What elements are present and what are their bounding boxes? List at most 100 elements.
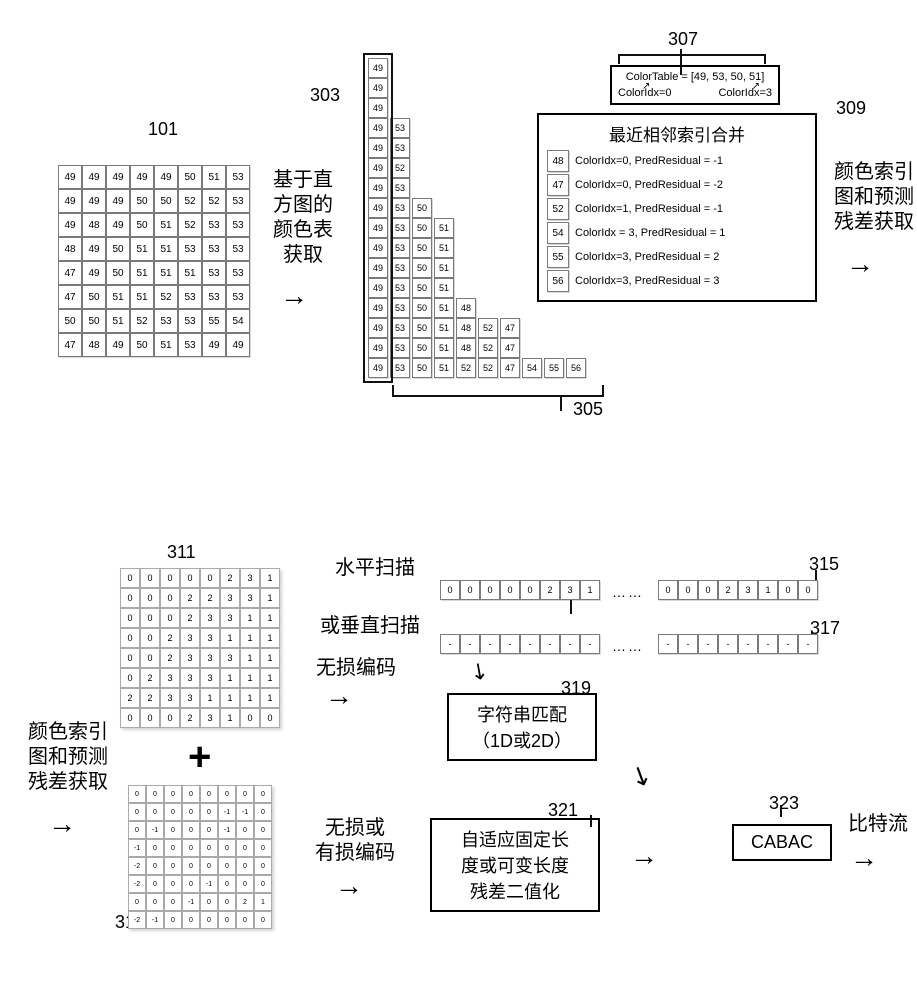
cell: 0 (120, 588, 140, 608)
arrow: ↘ (464, 655, 494, 687)
cell: 1 (260, 568, 280, 588)
cell: 0 (182, 839, 200, 857)
cell: 51 (434, 298, 454, 318)
merge-text: ColorIdx=3, PredResidual = 2 (575, 251, 719, 263)
cell: 0 (182, 803, 200, 821)
cell: 3 (220, 648, 240, 668)
cell: - (500, 634, 520, 654)
cell: 0 (254, 857, 272, 875)
cell: 49 (58, 165, 82, 189)
cell: - (460, 634, 480, 654)
cell: 1 (240, 688, 260, 708)
cell: - (560, 634, 580, 654)
cell: 49 (226, 333, 250, 357)
cell: 0 (218, 785, 236, 803)
cell: 51 (434, 258, 454, 278)
cell: 53 (178, 309, 202, 333)
cell: 0 (164, 839, 182, 857)
cell: 3 (738, 580, 758, 600)
cell: 50 (412, 198, 432, 218)
ref-303: 303 (310, 85, 340, 106)
cell: 49 (130, 165, 154, 189)
cell: -1 (218, 821, 236, 839)
ellipsis: …… (612, 638, 644, 654)
cell: 0 (254, 911, 272, 929)
merge-box-309: 最近相邻索引合并48ColorIdx=0, PredResidual = -14… (537, 113, 817, 302)
cell: 55 (547, 246, 569, 268)
cell: 0 (254, 875, 272, 893)
cell: 0 (182, 857, 200, 875)
cell: 48 (58, 237, 82, 261)
cell: 0 (160, 708, 180, 728)
cell: 0 (778, 580, 798, 600)
cell: 49 (82, 261, 106, 285)
cell: 3 (180, 668, 200, 688)
ellipsis: …… (612, 584, 644, 600)
label-input-left: 颜色索引 图和预测 残差获取 (28, 720, 108, 795)
merge-text: ColorIdx=0, PredResidual = -1 (575, 155, 723, 167)
cell: 0 (180, 568, 200, 588)
cell: 2 (140, 668, 160, 688)
cell: 51 (178, 261, 202, 285)
cell: -1 (146, 821, 164, 839)
cell: 1 (260, 588, 280, 608)
cell: 0 (658, 580, 678, 600)
arrow: → (850, 842, 878, 874)
cell: 53 (226, 213, 250, 237)
cell: 1 (580, 580, 600, 600)
ref-323: 323 (769, 793, 799, 814)
cell: - (778, 634, 798, 654)
cell: 55 (544, 358, 564, 378)
cell: 0 (182, 821, 200, 839)
cell: 2 (180, 608, 200, 628)
seq-317-right: -------- (658, 634, 818, 654)
cell: 0 (164, 893, 182, 911)
cell: 0 (120, 648, 140, 668)
cell: 53 (226, 285, 250, 309)
cell: 1 (254, 893, 272, 911)
cell: 0 (236, 839, 254, 857)
cell: 0 (128, 803, 146, 821)
cell: 48 (82, 333, 106, 357)
cell: 51 (130, 261, 154, 285)
cell: 53 (226, 237, 250, 261)
cell: 0 (254, 803, 272, 821)
cell: 2 (220, 568, 240, 588)
cell: -1 (128, 839, 146, 857)
cell: 0 (236, 821, 254, 839)
cell: 49 (106, 213, 130, 237)
merge-text: ColorIdx=1, PredResidual = -1 (575, 203, 723, 215)
cell: 0 (182, 785, 200, 803)
cell: 0 (200, 857, 218, 875)
cell: -1 (236, 803, 254, 821)
cell: 49 (82, 189, 106, 213)
cell: 54 (522, 358, 542, 378)
cell: 51 (434, 278, 454, 298)
label-lossless-or-lossy: 无损或 有损编码 (315, 816, 395, 866)
cell: 3 (200, 648, 220, 668)
cell: 48 (456, 338, 476, 358)
cell: 2 (718, 580, 738, 600)
cell: 49 (154, 165, 178, 189)
cell: 0 (440, 580, 460, 600)
cell: 1 (240, 608, 260, 628)
cell: 49 (58, 189, 82, 213)
cell: 53 (202, 213, 226, 237)
cell: 50 (154, 189, 178, 213)
cell: 2 (140, 688, 160, 708)
cell: 50 (106, 261, 130, 285)
cell: 0 (218, 875, 236, 893)
cell: 0 (146, 803, 164, 821)
cell: - (738, 634, 758, 654)
cell: 50 (178, 165, 202, 189)
cell: 48 (547, 150, 569, 172)
cell: 0 (254, 839, 272, 857)
cell: 0 (128, 821, 146, 839)
cell: 51 (154, 237, 178, 261)
cell: 1 (220, 628, 240, 648)
cell: 51 (154, 261, 178, 285)
cell: 0 (200, 839, 218, 857)
cell: 0 (160, 588, 180, 608)
grid-101: 4949494949505153494949505052525349484950… (58, 165, 250, 357)
cell: 51 (154, 333, 178, 357)
